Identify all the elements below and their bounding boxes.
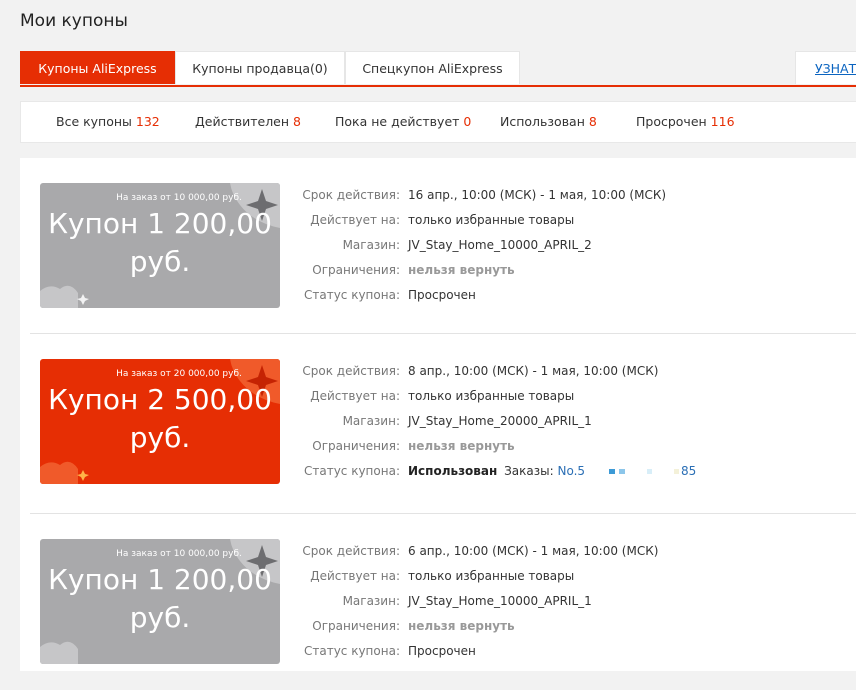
filter-expired-count: 116	[710, 114, 735, 129]
detail-value: JV_Stay_Home_10000_APRIL_1	[408, 594, 592, 608]
status-value: Использован	[408, 464, 498, 478]
detail-value: 6 апр., 10:00 (МСК) - 1 мая, 10:00 (МСК)	[408, 544, 659, 558]
coupon-amount-currency: руб.	[129, 245, 191, 278]
detail-label: Статус купона:	[303, 644, 400, 658]
status-value: Просрочен	[408, 644, 476, 658]
detail-value: нельзя вернуть	[408, 439, 515, 453]
order-number-prefix: No.5	[557, 464, 586, 478]
detail-label: Ограничения:	[312, 263, 400, 277]
detail-validity: Срок действия: 16 апр., 10:00 (МСК) - 1 м…	[290, 185, 666, 205]
detail-label: Срок действия:	[302, 544, 400, 558]
filter-all-label: Все купоны	[56, 114, 132, 129]
tab-aliexpress-coupons[interactable]: Купоны AliExpress	[20, 51, 175, 84]
coupon-amount-currency: руб.	[129, 421, 191, 454]
detail-value: только избранные товары	[408, 213, 575, 227]
filter-not-yet-active-label: Пока не действует	[335, 114, 460, 129]
coupon-amount-currency: руб.	[129, 601, 191, 634]
filter-not-yet-active-count: 0	[463, 114, 472, 129]
coupon-amount-value: Купон 1 200,00	[48, 563, 272, 596]
detail-label: Статус купона:	[303, 288, 400, 302]
detail-value: 16 апр., 10:00 (МСК) - 1 мая, 10:00 (МСК…	[408, 188, 667, 202]
redacted-block	[674, 469, 680, 474]
learn-more-link[interactable]: УЗНАТЬ	[795, 51, 856, 84]
detail-label: Статус купона:	[303, 464, 400, 478]
coupon-amount: Купон 1 200,00 руб.	[40, 561, 280, 637]
coupon-amount-value: Купон 2 500,00	[48, 383, 272, 416]
detail-label: Действует на:	[310, 389, 400, 403]
filter-all-count: 132	[135, 114, 160, 129]
filter-used-count: 8	[588, 114, 597, 129]
detail-status: Статус купона: Использован Заказы: No.5 85	[290, 461, 696, 481]
detail-label: Магазин:	[342, 238, 400, 252]
coupon-item: На заказ от 10 000,00 руб. Купон 1 200,0…	[20, 158, 856, 334]
order-number-link[interactable]: No.5 85	[557, 464, 696, 478]
detail-value: JV_Stay_Home_20000_APRIL_1	[408, 414, 592, 428]
coupon-amount: Купон 2 500,00 руб.	[40, 381, 280, 457]
filter-not-yet-active[interactable]: Пока не действует 0	[335, 102, 471, 142]
coupon-filter-bar: Все купоны 132 Действителен 8 Пока не де…	[20, 101, 856, 143]
detail-value: только избранные товары	[408, 389, 575, 403]
detail-label: Магазин:	[342, 594, 400, 608]
detail-label: Магазин:	[342, 414, 400, 428]
detail-restrictions: Ограничения: нельзя вернуть	[290, 260, 515, 280]
detail-store: Магазин: JV_Stay_Home_20000_APRIL_1	[290, 411, 592, 431]
detail-validity: Срок действия: 6 апр., 10:00 (МСК) - 1 ма…	[290, 541, 658, 561]
detail-applies: Действует на: только избранные товары	[290, 566, 574, 586]
coupon-amount-value: Купон 1 200,00	[48, 207, 272, 240]
detail-applies: Действует на: только избранные товары	[290, 386, 574, 406]
redacted-block	[647, 469, 653, 474]
detail-status: Статус купона: Просрочен	[290, 285, 476, 305]
filter-valid[interactable]: Действителен 8	[195, 102, 301, 142]
detail-label: Действует на:	[310, 569, 400, 583]
detail-value: только избранные товары	[408, 569, 575, 583]
filter-valid-count: 8	[293, 114, 301, 129]
filter-used[interactable]: Использован 8	[500, 102, 597, 142]
detail-validity: Срок действия: 8 апр., 10:00 (МСК) - 1 ма…	[290, 361, 658, 381]
redacted-block	[619, 469, 626, 474]
filter-valid-label: Действителен	[195, 114, 290, 129]
coupon-card: На заказ от 10 000,00 руб. Купон 1 200,0…	[40, 183, 280, 308]
redacted-block	[629, 469, 644, 474]
coupon-item: На заказ от 20 000,00 руб. Купон 2 500,0…	[20, 334, 856, 514]
detail-label: Срок действия:	[302, 364, 400, 378]
detail-label: Действует на:	[310, 213, 400, 227]
coupon-card: На заказ от 20 000,00 руб. Купон 2 500,0…	[40, 359, 280, 484]
filter-used-label: Использован	[500, 114, 585, 129]
tab-seller-coupons[interactable]: Купоны продавца(0)	[175, 51, 345, 84]
coupon-list: На заказ от 10 000,00 руб. Купон 1 200,0…	[20, 158, 856, 671]
redacted-block	[587, 469, 606, 474]
coupon-amount: Купон 1 200,00 руб.	[40, 205, 280, 281]
detail-status: Статус купона: Просрочен	[290, 641, 476, 661]
detail-value: нельзя вернуть	[408, 263, 515, 277]
status-value: Просрочен	[408, 288, 476, 302]
detail-restrictions: Ограничения: нельзя вернуть	[290, 616, 515, 636]
coupon-item: На заказ от 10 000,00 руб. Купон 1 200,0…	[20, 514, 856, 690]
detail-value: нельзя вернуть	[408, 619, 515, 633]
coupon-min-order: На заказ от 10 000,00 руб.	[116, 549, 242, 559]
coupon-tabs: Купоны AliExpress Купоны продавца(0) Спе…	[20, 51, 856, 87]
detail-restrictions: Ограничения: нельзя вернуть	[290, 436, 515, 456]
filter-all[interactable]: Все купоны 132	[56, 102, 160, 142]
detail-store: Магазин: JV_Stay_Home_10000_APRIL_1	[290, 591, 592, 611]
detail-value: 8 апр., 10:00 (МСК) - 1 мая, 10:00 (МСК)	[408, 364, 659, 378]
page-title: Мои купоны	[20, 11, 128, 31]
coupon-min-order: На заказ от 20 000,00 руб.	[116, 369, 242, 379]
detail-label: Срок действия:	[302, 188, 400, 202]
tab-special-coupon[interactable]: Спецкупон AliExpress	[345, 51, 520, 84]
detail-value: JV_Stay_Home_10000_APRIL_2	[408, 238, 592, 252]
detail-label: Ограничения:	[312, 439, 400, 453]
coupon-card: На заказ от 10 000,00 руб. Купон 1 200,0…	[40, 539, 280, 664]
filter-expired[interactable]: Просрочен 116	[636, 102, 735, 142]
detail-applies: Действует на: только избранные товары	[290, 210, 574, 230]
coupon-min-order: На заказ от 10 000,00 руб.	[116, 193, 242, 203]
order-number-suffix: 85	[681, 464, 697, 478]
detail-store: Магазин: JV_Stay_Home_10000_APRIL_2	[290, 235, 592, 255]
detail-label: Ограничения:	[312, 619, 400, 633]
orders-label: Заказы:	[504, 464, 554, 478]
filter-expired-label: Просрочен	[636, 114, 707, 129]
redacted-block	[656, 469, 671, 474]
redacted-block	[609, 469, 616, 474]
